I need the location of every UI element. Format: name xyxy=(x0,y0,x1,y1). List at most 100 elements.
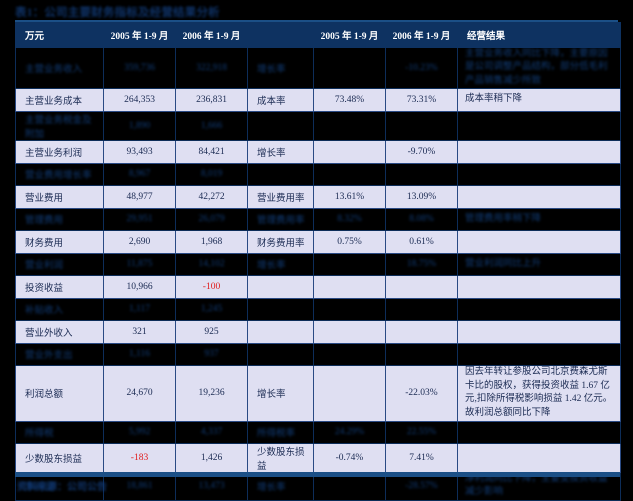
cell-result xyxy=(457,420,621,444)
cell-r2005 xyxy=(313,139,386,164)
table-row: 少数股东损益 -183 1,426 少数股东损益 -0.74% 7.41% xyxy=(15,442,621,473)
cell-r2006 xyxy=(385,110,458,141)
cell-ratio xyxy=(247,297,314,321)
table-row: 营业外支出 1,116 937 xyxy=(15,342,621,366)
table-row: 投资收益 10,966 -100 xyxy=(15,274,621,299)
financial-table: 万元 2005 年 1-9 月 2006 年 1-9 月 2005 年 1-9 … xyxy=(15,22,621,501)
cell-v2006: -100 xyxy=(175,274,248,299)
cell-r2005: 73.48% xyxy=(313,87,386,112)
column-header-item: 万元 xyxy=(15,22,104,48)
cell-v2005: 24,670 xyxy=(103,364,176,422)
cell-ratio: 管理费用率 xyxy=(247,207,314,231)
cell-v2005: 264,353 xyxy=(103,87,176,112)
cell-r2006: 22.55% xyxy=(385,420,458,444)
cell-ratio xyxy=(247,274,314,299)
cell-v2006: 8,019 xyxy=(175,162,248,186)
cell-r2006: 7.41% xyxy=(385,442,458,473)
column-header-r2005: 2005 年 1-9 月 xyxy=(313,22,386,48)
cell-r2005: -0.74% xyxy=(313,442,386,473)
cell-v2005: 5,992 xyxy=(103,420,176,444)
cell-v2006: 322,918 xyxy=(175,47,248,89)
cell-result xyxy=(457,297,621,321)
column-header-v2006: 2006 年 1-9 月 xyxy=(175,22,248,48)
cell-r2006: 13.09% xyxy=(385,184,458,209)
cell-result xyxy=(457,162,621,186)
table-row: 所得税 5,992 4,337 所得税率 24.29% 22.55% xyxy=(15,420,621,444)
cell-result: 成本率稍下降 xyxy=(457,87,621,112)
cell-v2005: 1,117 xyxy=(103,297,176,321)
column-header-result: 经营结果 xyxy=(457,22,621,48)
cell-r2005: 13.61% xyxy=(313,184,386,209)
cell-v2006: 14,102 xyxy=(175,252,248,276)
cell-r2006 xyxy=(385,342,458,366)
table-header-row: 万元 2005 年 1-9 月 2006 年 1-9 月 2005 年 1-9 … xyxy=(15,22,621,48)
cell-item: 主营业务税金及附加 xyxy=(15,110,104,141)
cell-ratio: 少数股东损益 xyxy=(247,442,314,473)
cell-r2006 xyxy=(385,319,458,344)
cell-item: 管理费用 xyxy=(15,207,104,231)
cell-v2006: 1,245 xyxy=(175,297,248,321)
cell-r2005: 8.32% xyxy=(313,207,386,231)
cell-r2005 xyxy=(313,364,386,422)
cell-ratio: 财务费用率 xyxy=(247,229,314,254)
cell-ratio: 成本率 xyxy=(247,87,314,112)
cell-item: 营业费用 xyxy=(15,184,104,209)
cell-r2006: -22.03% xyxy=(385,364,458,422)
page-title: 表1：公司主要财务指标及经营结果分析 xyxy=(15,7,220,19)
cell-result: 因去年转让参股公司北京费森尤斯卡比的股权，获得投资收益 1.67 亿元,扣除所得… xyxy=(457,364,621,422)
cell-item: 营业外收入 xyxy=(15,319,104,344)
cell-result xyxy=(457,110,621,141)
cell-v2006: 26,079 xyxy=(175,207,248,231)
cell-v2005: 359,736 xyxy=(103,47,176,89)
cell-r2006: 8.08% xyxy=(385,207,458,231)
table-row: 营业利润 11,875 14,102 增长率 18.75% 营业利润同比上升 xyxy=(15,252,621,276)
table-row: 营业费用 48,977 42,272 营业费用率 13.61% 13.09% xyxy=(15,184,621,209)
table-row: 营业费用增长率 8,967 8,019 xyxy=(15,162,621,186)
cell-result xyxy=(457,442,621,473)
cell-r2005 xyxy=(313,274,386,299)
table-row: 主营业务税金及附加 1,890 1,666 xyxy=(15,110,621,141)
cell-ratio: 增长率 xyxy=(247,252,314,276)
cell-item: 投资收益 xyxy=(15,274,104,299)
cell-r2005 xyxy=(313,162,386,186)
cell-r2006 xyxy=(385,274,458,299)
cell-result xyxy=(457,184,621,209)
cell-ratio: 增长率 xyxy=(247,139,314,164)
cell-item: 主营业务利润 xyxy=(15,139,104,164)
cell-r2005 xyxy=(313,47,386,89)
table-body: 主营业务收入 359,736 322,918 增长率 -10.23% 主营业务收入同比下降… xyxy=(15,47,621,501)
table-row: 主营业务成本 264,353 236,831 成本率 73.48% 73.31% 成本率稍下… xyxy=(15,87,621,112)
cell-item: 营业利润 xyxy=(15,252,104,276)
cell-v2005: 1,890 xyxy=(103,110,176,141)
cell-r2005 xyxy=(313,319,386,344)
source-caption: 资料来源：公司公告 xyxy=(17,482,107,493)
cell-ratio: 增长率 xyxy=(247,364,314,422)
table-row: 主营业务收入 359,736 322,918 增长率 -10.23% 主营业务收入同比下降… xyxy=(15,47,621,89)
cell-ratio: 所得税率 xyxy=(247,420,314,444)
cell-v2006: 84,421 xyxy=(175,139,248,164)
cell-r2006: 0.61% xyxy=(385,229,458,254)
cell-v2006: 1,666 xyxy=(175,110,248,141)
cell-r2006: 73.31% xyxy=(385,87,458,112)
table-bottom-divider xyxy=(15,472,620,477)
cell-v2005: 1,116 xyxy=(103,342,176,366)
cell-ratio xyxy=(247,319,314,344)
cell-r2006: -9.70% xyxy=(385,139,458,164)
cell-ratio xyxy=(247,162,314,186)
cell-item: 少数股东损益 xyxy=(15,442,104,473)
cell-r2006 xyxy=(385,297,458,321)
cell-v2005: 11,875 xyxy=(103,252,176,276)
cell-r2005: 24.29% xyxy=(313,420,386,444)
cell-v2006: 925 xyxy=(175,319,248,344)
cell-ratio xyxy=(247,342,314,366)
cell-v2006: 42,272 xyxy=(175,184,248,209)
cell-item: 补贴收入 xyxy=(15,297,104,321)
cell-r2005: 0.75% xyxy=(313,229,386,254)
cell-v2006: 236,831 xyxy=(175,87,248,112)
cell-item: 营业外支出 xyxy=(15,342,104,366)
column-header-r2006: 2006 年 1-9 月 xyxy=(385,22,458,48)
cell-result xyxy=(457,342,621,366)
cell-r2005 xyxy=(313,342,386,366)
cell-v2006: 1,968 xyxy=(175,229,248,254)
table-row: 营业外收入 321 925 xyxy=(15,319,621,344)
